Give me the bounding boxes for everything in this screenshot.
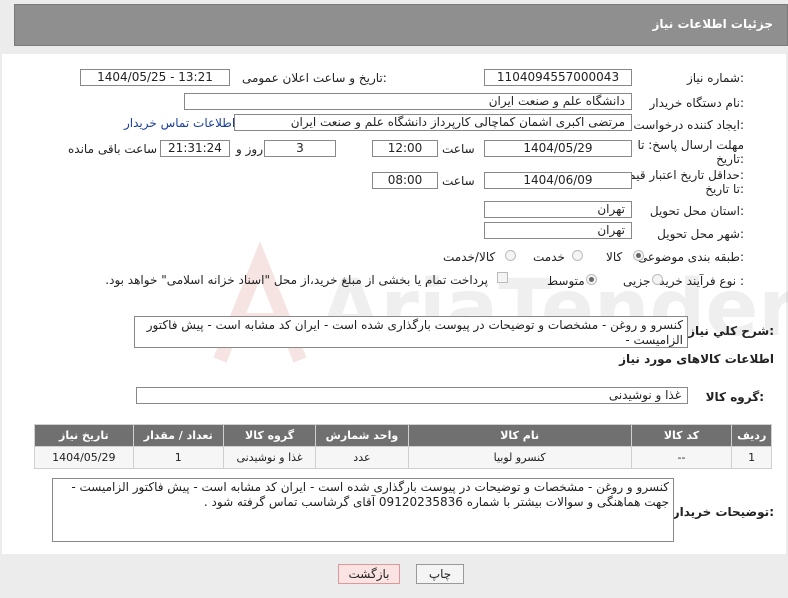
cell-code: -- <box>630 446 733 469</box>
reply-date-field: 1404/05/29 <box>484 140 632 157</box>
price-validity-time-field: 08:00 <box>372 172 438 189</box>
process-option-minor: جزیی <box>623 274 651 288</box>
treasury-payment-checkbox[interactable] <box>497 272 508 283</box>
back-button[interactable]: بازگشت <box>338 564 400 584</box>
process-radio-medium[interactable] <box>586 274 597 285</box>
col-code: کد کالا <box>630 424 733 447</box>
cell-group: غذا و نوشیدنی <box>222 446 317 469</box>
description-label: شرح کلي نياز: <box>688 324 774 338</box>
category-radio-goods[interactable] <box>633 250 644 261</box>
price-validity-label-2: تا تاریخ: <box>705 182 744 196</box>
col-unit: واحد شمارش <box>315 424 409 447</box>
cell-date: 1404/05/29 <box>34 446 134 469</box>
category-label: طبقه بندی موضوعی: <box>637 250 744 264</box>
price-validity-date-field: 1404/06/09 <box>484 172 632 189</box>
creator-label: ایجاد کننده درخواست: <box>633 118 744 132</box>
buyer-contact-link[interactable]: اطلاعات تماس خریدار <box>124 116 235 130</box>
col-qty: تعداد / مقدار <box>132 424 224 447</box>
remaining-time-field: 21:31:24 <box>160 140 230 157</box>
col-date: تاریخ نیاز <box>34 424 134 447</box>
days-label: روز و <box>236 142 263 156</box>
treasury-payment-note: پرداخت تمام یا بخشی از مبلغ خرید،از محل … <box>105 273 488 287</box>
need-number-label: شماره نیاز: <box>686 71 744 85</box>
category-radio-both[interactable] <box>505 250 516 261</box>
header-panel: جزئیات اطلاعات نیاز <box>14 4 788 46</box>
goods-group-label: گروه کالا: <box>705 390 764 404</box>
process-label: نوع فرآیند خرید : <box>659 274 744 288</box>
process-radio-minor[interactable] <box>652 274 663 285</box>
need-number-field: 1104094557000043 <box>484 69 632 86</box>
price-validity-time-label: ساعت <box>442 174 475 188</box>
buyer-org-field: دانشگاه علم و صنعت ایران <box>184 93 632 110</box>
cell-name: کنسرو لوبیا <box>407 446 632 469</box>
city-label: شهر محل تحویل: <box>657 227 744 241</box>
reply-time-field: 12:00 <box>372 140 438 157</box>
remaining-time-label: ساعت باقی مانده <box>68 142 158 156</box>
province-field: تهران <box>484 201 632 218</box>
reply-time-label: ساعت <box>442 142 475 156</box>
process-option-medium: متوسط <box>547 274 585 288</box>
announce-label: تاریخ و ساعت اعلان عمومی: <box>242 71 387 85</box>
table-row[interactable]: 1 -- کنسرو لوبیا عدد غذا و نوشیدنی 1 140… <box>34 446 772 469</box>
category-option-service: خدمت <box>533 250 565 264</box>
goods-table: ردیف کد کالا نام کالا واحد شمارش گروه کا… <box>34 424 772 469</box>
table-header-row: ردیف کد کالا نام کالا واحد شمارش گروه کا… <box>34 424 772 447</box>
description-textarea[interactable]: کنسرو و روغن - مشخصات و توضیحات در پیوست… <box>134 316 688 348</box>
col-row: ردیف <box>731 424 772 447</box>
cell-unit: عدد <box>315 446 409 469</box>
province-label: استان محل تحویل: <box>649 204 744 218</box>
col-group: گروه کالا <box>222 424 317 447</box>
category-option-both: کالا/خدمت <box>443 250 496 264</box>
category-radio-service[interactable] <box>572 250 583 261</box>
goods-group-field: غذا و نوشیدنی <box>136 387 688 404</box>
cell-row: 1 <box>731 446 772 469</box>
col-name: نام کالا <box>407 424 632 447</box>
goods-info-title: اطلاعات کالاهای مورد نیاز <box>619 352 774 366</box>
reply-deadline-label-2: تاریخ: <box>716 152 744 166</box>
city-field: تهران <box>484 222 632 239</box>
cell-qty: 1 <box>132 446 224 469</box>
price-validity-label: حداقل تاریخ اعتبار قیمت: <box>617 168 744 182</box>
print-button[interactable]: چاپ <box>416 564 464 584</box>
buyer-notes-label: توضیحات خریدار: <box>672 505 774 519</box>
category-option-goods: کالا <box>606 250 623 264</box>
page-title: جزئیات اطلاعات نیاز <box>652 17 773 31</box>
buyer-org-label: نام دستگاه خریدار: <box>649 96 745 110</box>
days-field: 3 <box>264 140 336 157</box>
buyer-notes-textarea[interactable]: کنسرو و روغن - مشخصات و توضیحات در پیوست… <box>52 478 674 542</box>
reply-deadline-label: مهلت ارسال پاسخ: تا <box>637 138 744 152</box>
announce-field: 1404/05/25 - 13:21 <box>80 69 230 86</box>
creator-field: مرتضی اکبری اشمان کماچالی کارپرداز دانشگ… <box>234 114 632 131</box>
